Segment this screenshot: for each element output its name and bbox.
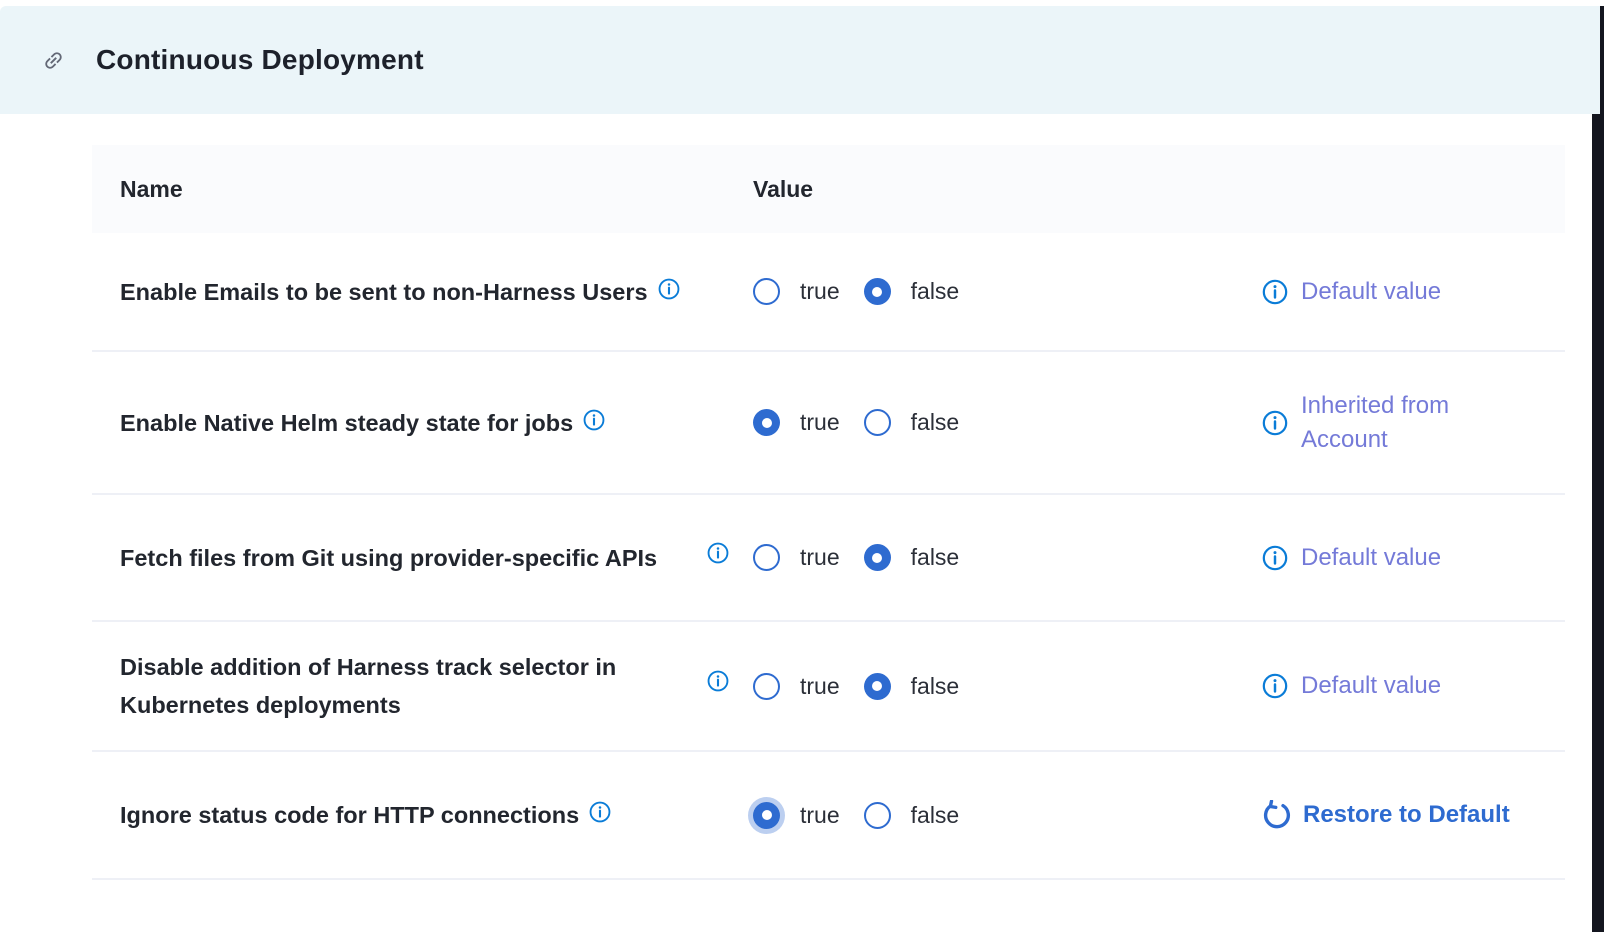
settings-table: Name Value Enable Emails to be sent to n… bbox=[92, 145, 1565, 880]
setting-row: Fetch files from Git using provider-spec… bbox=[92, 495, 1565, 622]
setting-row: Disable addition of Harness track select… bbox=[92, 622, 1565, 752]
radio-true-label: true bbox=[800, 278, 840, 305]
radio-true-label: true bbox=[800, 544, 840, 571]
restore-label: Restore to Default bbox=[1303, 800, 1510, 830]
setting-name: Disable addition of Harness track select… bbox=[120, 648, 680, 724]
radio-false-label: false bbox=[911, 278, 960, 305]
setting-row: Ignore status code for HTTP connections … bbox=[92, 752, 1565, 880]
section-header: Continuous Deployment bbox=[0, 6, 1600, 114]
column-header-value: Value bbox=[705, 176, 813, 203]
setting-name: Enable Native Helm steady state for jobs bbox=[120, 404, 573, 442]
radio-true-circle[interactable] bbox=[753, 278, 780, 305]
status-label: Default value bbox=[1301, 275, 1441, 309]
radio-false[interactable]: false bbox=[864, 802, 960, 829]
info-icon[interactable] bbox=[1262, 673, 1288, 699]
radio-false[interactable]: false bbox=[864, 409, 960, 436]
radio-true[interactable]: true bbox=[753, 544, 840, 571]
info-icon[interactable] bbox=[1262, 410, 1288, 436]
default-value-tag: Default value bbox=[1262, 541, 1441, 575]
default-value-tag: Default value bbox=[1262, 275, 1441, 309]
status-label: Inherited from Account bbox=[1301, 389, 1511, 457]
inherited-from-account-tag: Inherited from Account bbox=[1262, 389, 1511, 457]
radio-true[interactable]: true bbox=[753, 409, 840, 436]
setting-row: Enable Emails to be sent to non-Harness … bbox=[92, 233, 1565, 352]
page-title: Continuous Deployment bbox=[96, 44, 424, 76]
radio-true[interactable]: true bbox=[753, 802, 840, 829]
radio-true[interactable]: true bbox=[753, 673, 840, 700]
radio-true[interactable]: true bbox=[753, 278, 840, 305]
radio-false-label: false bbox=[911, 673, 960, 700]
radio-false-label: false bbox=[911, 409, 960, 436]
info-icon[interactable] bbox=[1262, 545, 1288, 571]
column-header-name: Name bbox=[92, 176, 705, 203]
status-label: Default value bbox=[1301, 669, 1441, 703]
info-icon[interactable] bbox=[583, 409, 605, 431]
setting-name: Enable Emails to be sent to non-Harness … bbox=[120, 273, 648, 311]
radio-true-circle[interactable] bbox=[753, 802, 780, 829]
info-icon[interactable] bbox=[707, 670, 729, 692]
radio-false-circle[interactable] bbox=[864, 544, 891, 571]
link-icon[interactable] bbox=[42, 49, 65, 72]
radio-true-circle[interactable] bbox=[753, 673, 780, 700]
radio-false-label: false bbox=[911, 544, 960, 571]
radio-true-circle[interactable] bbox=[753, 544, 780, 571]
setting-name: Ignore status code for HTTP connections bbox=[120, 796, 579, 834]
table-header: Name Value bbox=[92, 145, 1565, 233]
radio-false[interactable]: false bbox=[864, 278, 960, 305]
setting-row: Enable Native Helm steady state for jobs… bbox=[92, 352, 1565, 495]
status-label: Default value bbox=[1301, 541, 1441, 575]
info-icon[interactable] bbox=[1262, 279, 1288, 305]
radio-false-circle[interactable] bbox=[864, 802, 891, 829]
radio-true-label: true bbox=[800, 673, 840, 700]
radio-false[interactable]: false bbox=[864, 673, 960, 700]
radio-false-label: false bbox=[911, 802, 960, 829]
info-icon[interactable] bbox=[658, 278, 680, 300]
info-icon[interactable] bbox=[589, 801, 611, 823]
radio-false-circle[interactable] bbox=[864, 673, 891, 700]
restore-icon bbox=[1262, 800, 1292, 830]
radio-true-label: true bbox=[800, 802, 840, 829]
right-edge-panel bbox=[1592, 6, 1604, 932]
default-value-tag: Default value bbox=[1262, 669, 1441, 703]
setting-name: Fetch files from Git using provider-spec… bbox=[120, 539, 657, 577]
restore-to-default-button[interactable]: Restore to Default bbox=[1262, 800, 1510, 830]
radio-false-circle[interactable] bbox=[864, 409, 891, 436]
radio-true-label: true bbox=[800, 409, 840, 436]
radio-false-circle[interactable] bbox=[864, 278, 891, 305]
radio-false[interactable]: false bbox=[864, 544, 960, 571]
radio-true-circle[interactable] bbox=[753, 409, 780, 436]
info-icon[interactable] bbox=[707, 542, 729, 564]
